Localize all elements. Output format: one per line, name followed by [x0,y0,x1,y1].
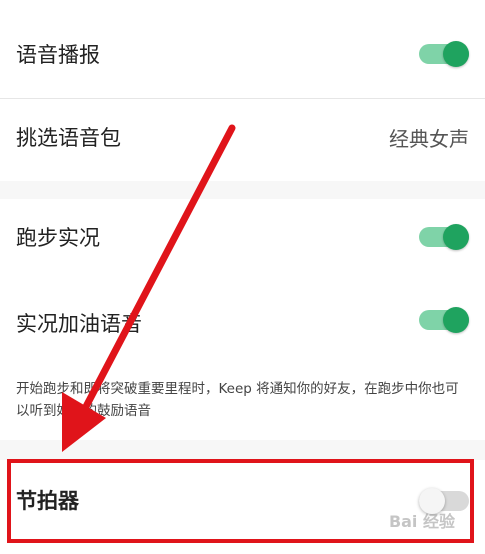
section-gap [0,181,485,199]
voice-pack-label: 挑选语音包 [16,126,121,150]
voice-broadcast-toggle[interactable] [419,41,469,67]
voice-pack-value: 经典女声 [389,127,469,151]
voice-broadcast-row[interactable]: 语音播报 [0,0,485,98]
cheer-voice-row[interactable]: 实况加油语音 [0,279,485,369]
toggle-knob [443,41,469,67]
metronome-toggle[interactable] [419,488,469,514]
metronome-label: 节拍器 [16,489,79,513]
running-live-label: 跑步实况 [16,226,100,250]
cheer-voice-toggle[interactable] [419,307,469,333]
toggle-knob [443,224,469,250]
metronome-row[interactable]: 节拍器 [0,460,485,542]
running-live-toggle[interactable] [419,224,469,250]
voice-pack-row[interactable]: 挑选语音包 经典女声 [0,99,485,181]
cheer-voice-label: 实况加油语音 [16,312,142,336]
voice-settings-screen: 语音播报 挑选语音包 经典女声 跑步实况 实况加油语音 开始跑步和即将突破重要里… [0,0,485,554]
cheer-voice-hint: 开始跑步和即将突破重要里程时，Keep 将通知你的好友，在跑步中你也可以听到好友… [16,381,459,419]
voice-broadcast-label: 语音播报 [16,43,100,67]
running-live-row[interactable]: 跑步实况 [0,199,485,279]
section-gap [0,440,485,460]
toggle-knob [419,488,445,514]
toggle-knob [443,307,469,333]
